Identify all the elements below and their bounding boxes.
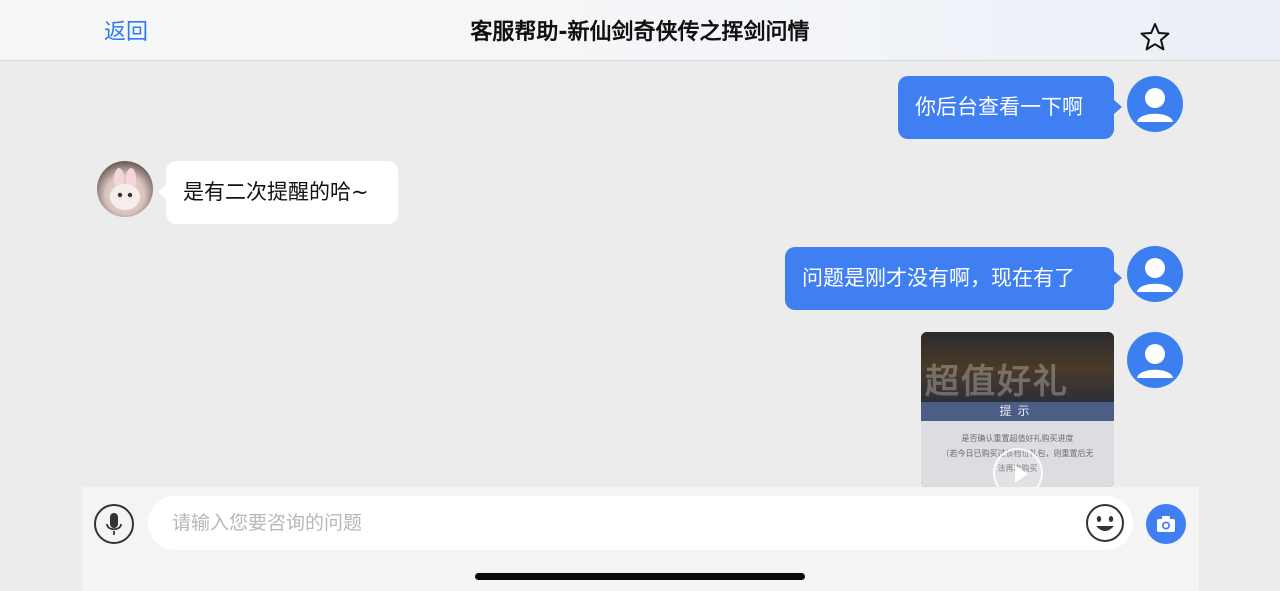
home-indicator — [475, 573, 805, 580]
user-avatar[interactable] — [1127, 76, 1183, 132]
bunny-ears-icon — [110, 168, 140, 210]
bubble-tail — [1114, 100, 1122, 114]
user-avatar[interactable] — [1127, 332, 1183, 388]
message-bubble-outgoing[interactable]: 你后台查看一下啊 — [898, 76, 1114, 139]
nav-header: 返回 客服帮助-新仙剑奇侠传之挥剑问情 — [0, 0, 1280, 61]
user-avatar-icon — [1137, 344, 1173, 378]
image-dialog-title: 提示 — [921, 402, 1114, 421]
microphone-icon — [106, 513, 122, 535]
user-avatar-icon — [1137, 258, 1173, 292]
message-input[interactable] — [148, 496, 1133, 550]
star-icon[interactable] — [1139, 22, 1171, 52]
emoji-icon[interactable] — [1085, 503, 1125, 543]
bubble-tail — [158, 185, 166, 199]
message-bubble-outgoing[interactable]: 问题是刚才没有啊，现在有了 — [785, 247, 1114, 310]
image-banner-text: 超值好礼 — [925, 362, 1069, 402]
image-banner: 超值好礼 — [921, 332, 1114, 404]
camera-icon — [1157, 516, 1175, 532]
voice-button[interactable] — [94, 504, 134, 544]
user-avatar-icon — [1137, 88, 1173, 122]
user-avatar[interactable] — [1127, 246, 1183, 302]
message-bubble-incoming[interactable]: 是有二次提醒的哈~ — [166, 161, 398, 224]
agent-avatar[interactable] — [97, 161, 153, 217]
page-title: 客服帮助-新仙剑奇侠传之挥剑问情 — [470, 20, 810, 45]
image-text-line: 是否确认重置超值好礼购买进度 — [961, 434, 1074, 443]
bubble-tail — [1114, 271, 1122, 285]
camera-button[interactable] — [1146, 504, 1186, 544]
